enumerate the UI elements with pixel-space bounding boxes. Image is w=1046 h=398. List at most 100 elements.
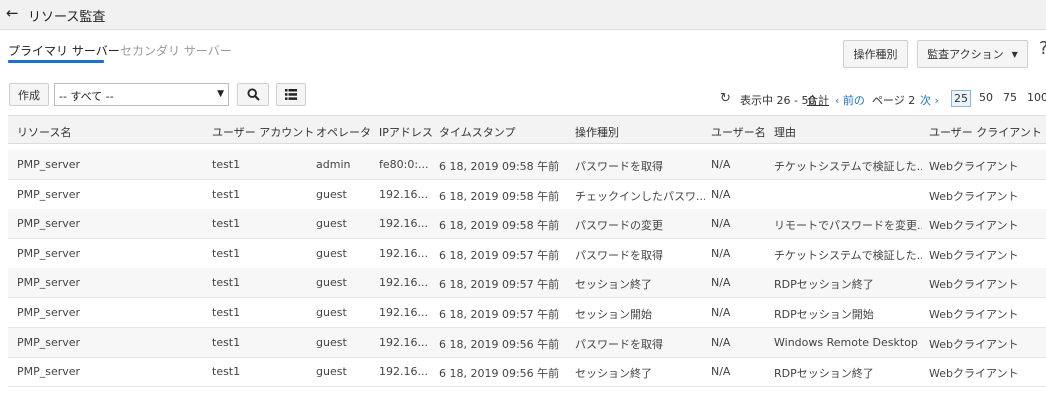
page-title: リソース監査: [28, 10, 106, 25]
table-row[interactable]: PMP_server test1 guest 192.16... 6 18, 2019 …: [8, 209, 1046, 240]
audit-actions-label: 監査アクション: [927, 48, 1004, 61]
filter-select[interactable]: -- すべて -- ▼: [54, 83, 229, 106]
cell-user-account: test1: [212, 276, 241, 290]
cell-operation-type: パスワードの変更: [575, 219, 663, 233]
cell-operation-type: セッション開始: [575, 308, 652, 321]
cell-user-account: test1: [212, 246, 241, 260]
cell-reason: RDPセッション開始: [774, 308, 874, 321]
page-size-100[interactable]: 100: [1027, 91, 1046, 104]
table-row[interactable]: PMP_server test1 guest 192.16... 6 18, 2019 …: [8, 180, 1046, 210]
column-header-timestamp[interactable]: タイムスタンプ: [439, 124, 515, 140]
cell-operator: guest: [316, 306, 347, 319]
cell-reason: Windows Remote Desktop ...: [774, 335, 922, 349]
cell-user-account: test1: [212, 306, 241, 319]
cell-user-name: N/A: [711, 217, 731, 231]
cell-user-name: N/A: [711, 246, 731, 260]
cell-user-account: test1: [212, 217, 241, 231]
cell-timestamp: 6 18, 2019 09:57 午前: [439, 308, 560, 321]
cell-timestamp: 6 18, 2019 09:56 午前: [439, 337, 560, 351]
cell-timestamp: 6 18, 2019 09:58 午前: [439, 219, 560, 233]
partial-table-row: [8, 390, 1046, 398]
cell-user-account: test1: [212, 187, 241, 201]
cell-user-name: N/A: [711, 187, 731, 201]
cell-reason: チケットシステムで検証した...: [774, 248, 922, 262]
cell-reason: リモートでパスワードを変更...: [774, 219, 922, 233]
operation-type-button[interactable]: 操作種別: [843, 40, 908, 68]
cell-ip-address: 192.16...: [379, 306, 428, 319]
cell-user-client: Webクライアント: [929, 160, 1019, 173]
cell-operator: guest: [316, 246, 347, 260]
page-size-50[interactable]: 50: [979, 91, 993, 104]
tab-secondary-server[interactable]: セカンダリ サーバー: [120, 42, 232, 59]
cell-user-client: Webクライアント: [929, 248, 1019, 262]
table-header: リソース名 ユーザー アカウント オペレータ IPアドレス タイムスタンプ 操作…: [8, 115, 1046, 144]
cell-user-client: Webクライアント: [929, 308, 1019, 321]
cell-user-name: N/A: [711, 365, 731, 379]
pagination-next-link[interactable]: 次 ›: [920, 92, 939, 108]
cell-resource-name: PMP_server: [17, 158, 81, 171]
search-button[interactable]: [237, 83, 269, 106]
table-row[interactable]: PMP_server test1 admin fe80:0:... 6 18, 2019…: [8, 150, 1046, 180]
cell-ip-address: 192.16...: [379, 187, 428, 201]
active-tab-indicator: [8, 60, 104, 63]
column-header-user-client[interactable]: ユーザー クライアント: [929, 124, 1042, 140]
cell-user-client: Webクライアント: [929, 278, 1019, 292]
cell-resource-name: PMP_server: [17, 335, 81, 349]
tab-primary-server[interactable]: プライマリ サーバー: [8, 42, 120, 59]
audit-actions-button[interactable]: 監査アクション ▼: [917, 40, 1028, 68]
cell-user-client: Webクライアント: [929, 367, 1019, 381]
column-header-operation-type[interactable]: 操作種別: [575, 124, 619, 140]
column-header-ip-address[interactable]: IPアドレス: [379, 124, 433, 140]
list-view-icon: [285, 89, 297, 100]
cell-operation-type: パスワードを取得: [575, 248, 663, 262]
cell-ip-address: 192.16...: [379, 365, 428, 379]
create-button[interactable]: 作成: [9, 83, 49, 106]
cell-user-client: Webクライアント: [929, 189, 1019, 203]
page-size-75[interactable]: 75: [1003, 91, 1017, 104]
cell-timestamp: 6 18, 2019 09:58 午前: [439, 160, 560, 173]
cell-operation-type: セッション終了: [575, 367, 652, 381]
table-row[interactable]: PMP_server test1 guest 192.16... 6 18, 2019 …: [8, 357, 1046, 388]
cell-user-name: N/A: [711, 306, 731, 319]
cell-timestamp: 6 18, 2019 09:57 午前: [439, 248, 560, 262]
cell-operator: guest: [316, 276, 347, 290]
pagination-total-link[interactable]: 合計: [807, 92, 829, 108]
page-size-25[interactable]: 25: [951, 90, 971, 107]
table-row[interactable]: PMP_server test1 guest 192.16... 6 18, 2019 …: [8, 298, 1046, 328]
cell-ip-address: 192.16...: [379, 246, 428, 260]
column-header-resource-name[interactable]: リソース名: [17, 124, 71, 140]
operation-type-label: 操作種別: [853, 48, 898, 61]
table-row[interactable]: PMP_server test1 guest 192.16... 6 18, 2019 …: [8, 268, 1046, 299]
column-header-operator[interactable]: オペレータ: [316, 124, 371, 140]
column-header-user-name[interactable]: ユーザー名: [711, 124, 766, 140]
refresh-icon[interactable]: ↻: [720, 91, 731, 106]
cell-user-account: test1: [212, 158, 241, 171]
cell-ip-address: 192.16...: [379, 335, 428, 349]
cell-reason: チケットシステムで検証した...: [774, 160, 922, 173]
table-row[interactable]: PMP_server test1 guest 192.16... 6 18, 2019 …: [8, 327, 1046, 358]
help-icon[interactable]: ?: [1039, 38, 1046, 59]
cell-reason: RDPセッション終了: [774, 367, 874, 381]
cell-ip-address: 192.16...: [379, 276, 428, 290]
table-row[interactable]: PMP_server test1 guest 192.16... 6 18, 2019 …: [8, 239, 1046, 269]
create-label: 作成: [18, 88, 40, 102]
cell-resource-name: PMP_server: [17, 276, 81, 290]
column-header-reason[interactable]: 理由: [774, 124, 796, 140]
search-icon: [246, 88, 260, 101]
cell-operation-type: チェックインしたパスワ...: [575, 189, 705, 203]
cell-operator: guest: [316, 335, 347, 349]
cell-operation-type: セッション終了: [575, 278, 652, 292]
list-view-button[interactable]: [276, 83, 306, 106]
back-arrow-icon[interactable]: ←: [6, 4, 19, 22]
cell-timestamp: 6 18, 2019 09:56 午前: [439, 367, 560, 381]
cell-user-name: N/A: [711, 158, 731, 171]
cell-user-name: N/A: [711, 335, 731, 349]
cell-resource-name: PMP_server: [17, 306, 81, 319]
pagination-page: ページ 2: [872, 94, 916, 107]
pagination-prev-link[interactable]: ‹ 前の: [835, 92, 865, 108]
cell-ip-address: fe80:0:...: [379, 158, 429, 171]
column-header-user-account[interactable]: ユーザー アカウント: [212, 124, 314, 140]
cell-operator: guest: [316, 217, 347, 231]
cell-resource-name: PMP_server: [17, 187, 81, 201]
cell-user-account: test1: [212, 365, 241, 379]
